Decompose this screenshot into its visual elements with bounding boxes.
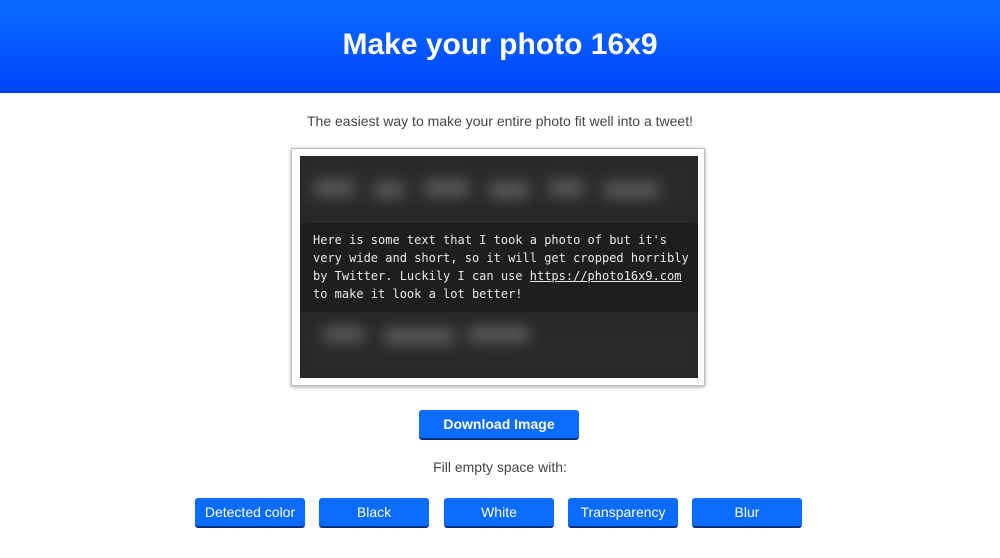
fill-detected-color-button[interactable]: Detected color: [195, 498, 305, 528]
fill-blur-button[interactable]: Blur: [692, 498, 802, 528]
fill-transparency-button[interactable]: Transparency: [568, 498, 678, 528]
fill-label: Fill empty space with:: [433, 459, 567, 475]
sharp-photo: Here is some text that I took a photo of…: [300, 223, 698, 312]
photo-preview: Here is some text that I took a photo of…: [300, 156, 698, 378]
page-title: Make your photo 16x9: [342, 27, 658, 61]
download-image-button[interactable]: Download Image: [419, 410, 579, 440]
tagline: The easiest way to make your entire phot…: [307, 113, 693, 129]
fill-black-button[interactable]: Black: [319, 498, 429, 528]
photo-preview-frame: Here is some text that I took a photo of…: [291, 148, 705, 386]
fill-white-button[interactable]: White: [444, 498, 554, 528]
photo-text: Here is some text that I took a photo of…: [313, 233, 689, 301]
page-header: Make your photo 16x9: [0, 0, 1000, 93]
